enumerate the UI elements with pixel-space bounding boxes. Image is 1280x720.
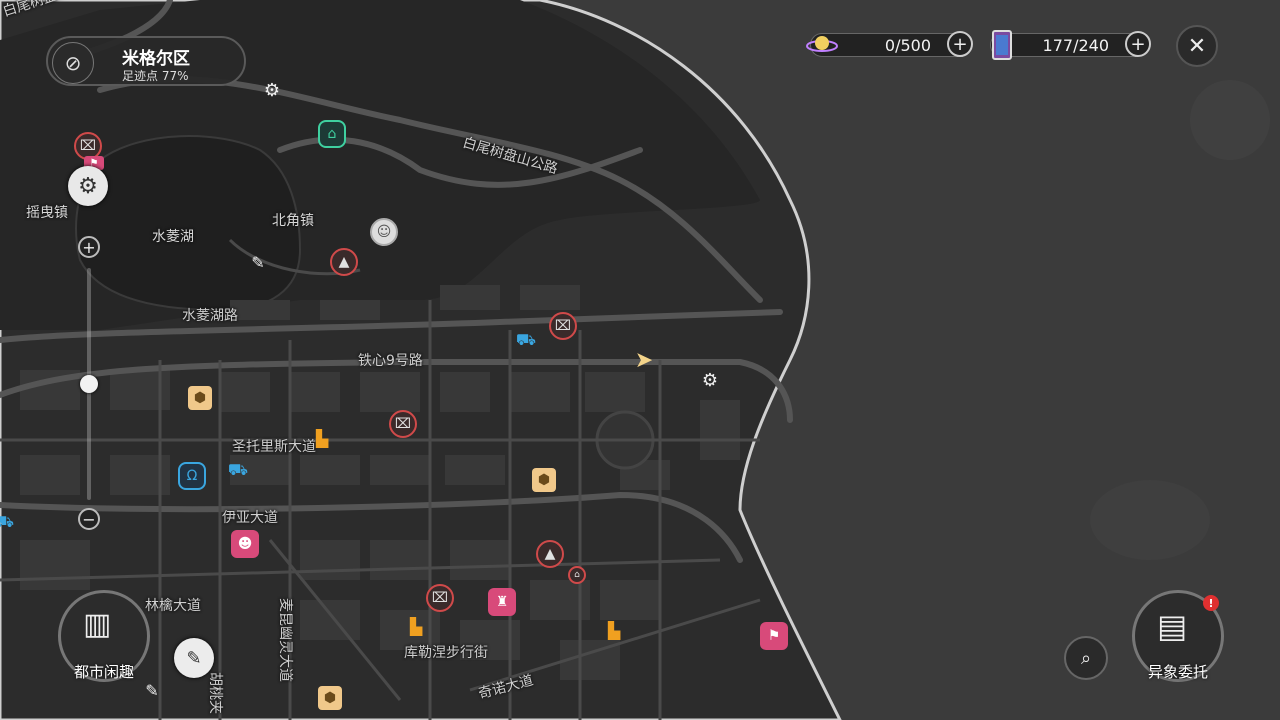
zoom-slider-thumb[interactable] bbox=[80, 375, 98, 393]
commission-button[interactable]: ▤ 异象委托 ! bbox=[1132, 590, 1224, 682]
building-poi-icon[interactable]: ▙ bbox=[402, 612, 430, 640]
map-label-road: 水菱湖路 bbox=[182, 308, 238, 324]
map-label-road: 林檎大道 bbox=[145, 598, 201, 614]
map-label-road: 铁心9号路 bbox=[358, 353, 423, 369]
close-icon: ✕ bbox=[1187, 33, 1207, 59]
map-label-road: 伊亚大道 bbox=[222, 510, 278, 526]
player-arrow-icon: ➤ bbox=[634, 347, 654, 373]
close-button[interactable]: ✕ bbox=[1176, 25, 1218, 67]
wrench-poi-icon[interactable]: ⚙ bbox=[258, 76, 286, 104]
folder-icon: ▤ bbox=[1157, 607, 1188, 645]
supply-box-poi-icon[interactable]: ⬢ bbox=[188, 386, 212, 410]
map-label-lake: 水菱湖 bbox=[152, 229, 194, 245]
car-blue-poi-icon[interactable]: ⛟ bbox=[224, 456, 252, 484]
currency-planet-value: 0/500 bbox=[884, 36, 931, 55]
supply-box-poi-icon[interactable]: ⬢ bbox=[318, 686, 342, 710]
search-map-icon: ⌕ bbox=[1080, 647, 1092, 669]
wrench-poi-icon[interactable]: ⚙ bbox=[696, 366, 724, 394]
city-buildings-icon: ▥ bbox=[83, 607, 112, 642]
map-label-town: 北角镇 bbox=[272, 213, 314, 229]
card-icon bbox=[985, 28, 1019, 62]
notes-button[interactable]: ✎ bbox=[174, 638, 214, 678]
shop-poi-icon[interactable]: ⌂ bbox=[568, 566, 586, 584]
city-fun-button[interactable]: ▥ 都市闲趣 bbox=[58, 590, 150, 682]
zoom-out-button[interactable]: − bbox=[78, 508, 100, 530]
map-label-road: 圣托里斯大道 bbox=[232, 439, 316, 455]
currency-card-value: 177/240 bbox=[1042, 36, 1109, 55]
footprint-label: 足迹点 bbox=[122, 69, 159, 83]
building-poi-icon[interactable]: ▙ bbox=[600, 616, 628, 644]
compass-icon[interactable]: ⊘ bbox=[52, 42, 94, 84]
paw-poi-icon[interactable]: ✎ bbox=[244, 248, 272, 276]
map-label-road: 麦昆幽灵大道 bbox=[277, 598, 293, 682]
district-name: 米格尔区 bbox=[122, 49, 190, 69]
map-search-button[interactable]: ⌕ bbox=[1064, 636, 1108, 680]
mask-poi-icon[interactable]: ☻ bbox=[231, 530, 259, 558]
trash-bin-poi-icon[interactable]: ⌧ bbox=[549, 312, 577, 340]
footprint-value: 77% bbox=[161, 69, 189, 83]
trash-bin-poi-icon[interactable]: ⌧ bbox=[389, 410, 417, 438]
notification-badge: ! bbox=[1203, 595, 1219, 611]
character-portrait-icon[interactable]: ☺ bbox=[370, 218, 398, 246]
map-label-road: 胡桃夹 bbox=[207, 672, 223, 714]
supply-box-poi-icon[interactable]: ⬢ bbox=[532, 468, 556, 492]
add-planet-button[interactable]: + bbox=[947, 31, 973, 57]
trash-bin-poi-icon[interactable]: ⌧ bbox=[426, 584, 454, 612]
flag-poi-icon[interactable]: ⚑ bbox=[760, 622, 788, 650]
settings-gear-icon[interactable]: ⚙ bbox=[68, 166, 108, 206]
car-blue-poi-icon[interactable]: ⛟ bbox=[512, 326, 540, 354]
district-info[interactable]: ⊘ 米格尔区 足迹点 77% bbox=[46, 36, 246, 86]
building-poi-icon[interactable]: ▙ bbox=[308, 424, 336, 452]
notes-icon: ✎ bbox=[186, 647, 202, 669]
tower-poi-icon[interactable]: ▲ bbox=[536, 540, 564, 568]
tower-poi-icon[interactable]: ▲ bbox=[330, 248, 358, 276]
zoom-in-button[interactable]: + bbox=[78, 236, 100, 258]
map-label-road: 库勒涅步行街 bbox=[404, 645, 488, 661]
city-fun-label: 都市闲趣 bbox=[73, 663, 134, 681]
planet-icon bbox=[805, 28, 839, 62]
gate-poi-icon[interactable]: ⌂ bbox=[318, 120, 346, 148]
commission-label: 异象委托 bbox=[1147, 663, 1208, 681]
bangboo-poi-icon[interactable]: Ω bbox=[178, 462, 206, 490]
chess-poi-icon[interactable]: ♜ bbox=[488, 588, 516, 616]
currency-card: 177/240 + bbox=[990, 30, 1151, 60]
add-card-button[interactable]: + bbox=[1125, 31, 1151, 57]
currency-planet: 0/500 + bbox=[806, 31, 973, 57]
map-label-town: 摇曳镇 bbox=[26, 205, 68, 221]
footprint-progress: 足迹点 77% bbox=[122, 67, 189, 84]
